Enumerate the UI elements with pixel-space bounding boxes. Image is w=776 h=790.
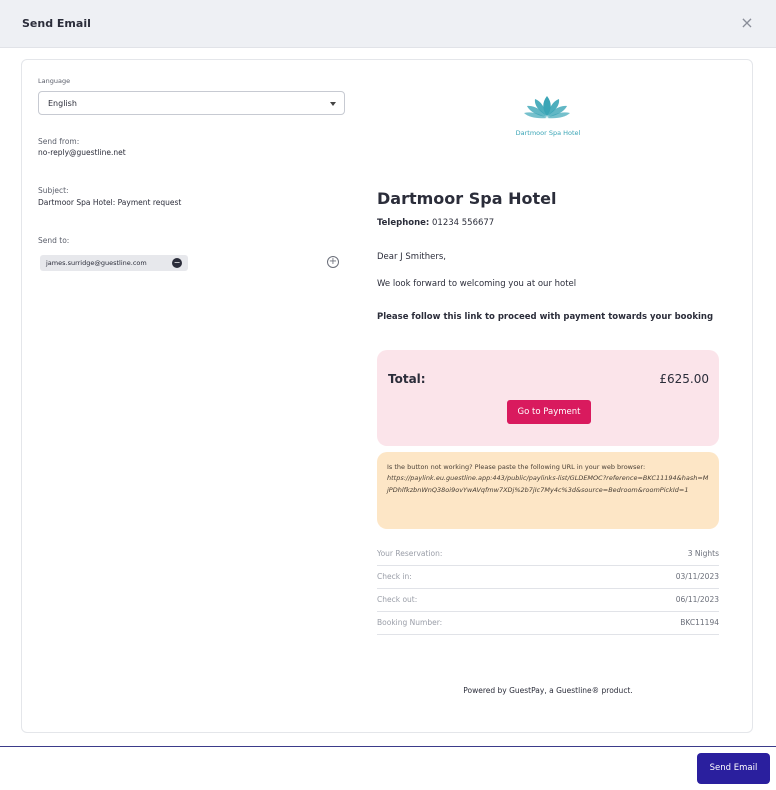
modal-title: Send Email [22,17,91,30]
subject-label: Subject: [38,186,69,195]
reservation-value: 3 Nights [687,549,719,558]
modal-footer: Send Email [0,746,776,790]
content-card: Language English Send from: no-reply@gue… [21,59,753,733]
total-label: Total: [388,372,426,386]
go-to-payment-button[interactable]: Go to Payment [507,400,591,424]
send-email-button[interactable]: Send Email [697,753,770,784]
payment-instruction: Please follow this link to proceed with … [377,312,714,322]
language-select[interactable]: English [38,91,345,115]
language-label: Language [38,77,71,85]
close-icon[interactable]: × [738,14,756,32]
reservation-row: Your Reservation: 3 Nights [377,543,719,566]
reservation-row: Booking Number: BKC11194 [377,612,719,635]
subject-value: Dartmoor Spa Hotel: Payment request [38,198,182,207]
send-email-modal: Send Email × Language English Send from:… [0,0,776,790]
powered-by: Powered by GuestPay, a Guestline® produc… [463,686,633,695]
telephone-value: 01234 556677 [432,218,495,228]
hotel-name: Dartmoor Spa Hotel [377,189,557,208]
telephone-label: Telephone: [377,218,430,228]
chevron-down-icon [330,102,336,106]
send-from-value: no-reply@guestline.net [38,148,126,157]
send-from-label: Send from: [38,137,80,146]
reservation-label: Booking Number: [377,618,443,627]
logo-text: Dartmoor Spa Hotel [515,129,581,137]
reservation-label: Check out: [377,595,418,604]
reservation-row: Check in: 03/11/2023 [377,566,719,589]
reservation-label: Check in: [377,572,412,581]
greeting: Dear J Smithers, [377,252,447,262]
reservation-value: 06/11/2023 [675,595,719,604]
reservation-value: BKC11194 [680,618,719,627]
lotus-logo-icon [524,96,570,119]
recipient-email: james.surridge@guestline.com [46,259,147,267]
total-box: Total: £625.00 Go to Payment [377,350,719,446]
reservation-row: Check out: 06/11/2023 [377,589,719,612]
total-value: £625.00 [659,372,709,386]
reservation-value: 03/11/2023 [675,572,719,581]
modal-header: Send Email × [0,0,776,48]
reservation-label: Your Reservation: [377,549,443,558]
telephone: Telephone: 01234 556677 [377,218,494,228]
language-select-value: English [48,99,77,108]
fallback-url-box: Is the button not working? Please paste … [377,452,719,529]
fallback-help-text: Is the button not working? Please paste … [387,463,646,471]
send-to-label: Send to: [38,236,70,245]
recipient-chip: james.surridge@guestline.com − [40,255,188,271]
fallback-url[interactable]: https://paylink.eu.guestline.app:443/pub… [387,473,709,496]
message: We look forward to welcoming you at our … [377,279,577,289]
remove-recipient-icon[interactable]: − [172,258,182,268]
add-recipient-icon[interactable]: + [327,256,339,268]
